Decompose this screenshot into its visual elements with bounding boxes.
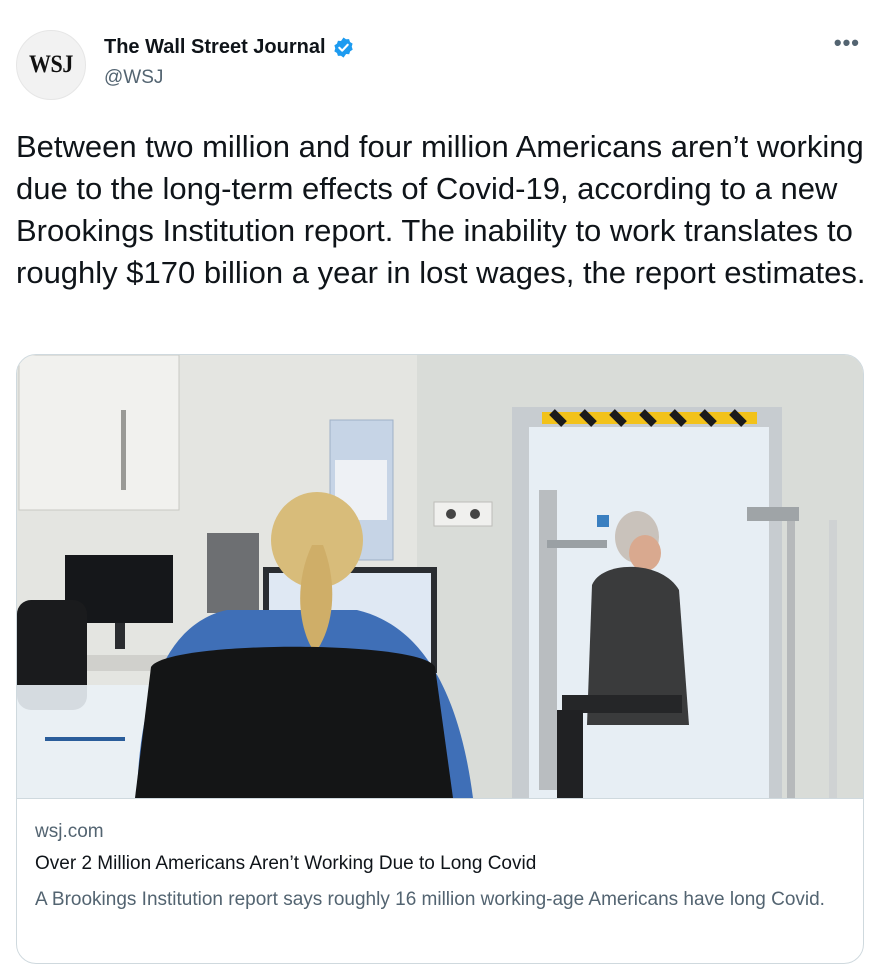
link-card[interactable]: wsj.com Over 2 Million Americans Aren’t … <box>16 354 864 964</box>
card-image[interactable] <box>17 355 863 799</box>
card-description: A Brookings Institution report says roug… <box>35 889 825 910</box>
avatar-logo-text: WSJ <box>29 51 73 78</box>
tweet-text: Between two million and four million Ame… <box>16 129 866 290</box>
verified-badge-icon <box>333 37 353 58</box>
handle[interactable]: @WSJ <box>104 67 163 89</box>
avatar[interactable]: WSJ <box>16 30 86 100</box>
more-horizontal-icon[interactable]: ••• <box>834 32 860 54</box>
display-name[interactable]: The Wall Street Journal <box>104 36 326 59</box>
card-domain: wsj.com <box>35 821 104 842</box>
card-title[interactable]: Over 2 Million Americans Aren’t Working … <box>35 853 536 875</box>
author-name-row[interactable]: The Wall Street Journal <box>104 36 355 59</box>
